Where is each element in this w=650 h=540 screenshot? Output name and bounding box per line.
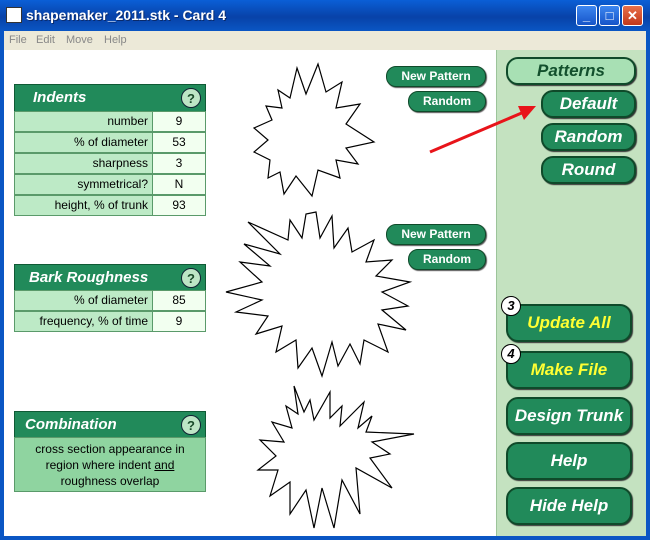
indent-shape (252, 62, 376, 198)
make-file-button[interactable]: Make File (506, 351, 632, 389)
default-button[interactable]: Default (541, 90, 636, 118)
design-trunk-button[interactable]: Design Trunk (506, 397, 632, 435)
new-pattern-button[interactable]: New Pattern (386, 224, 486, 245)
hide-help-button[interactable]: Hide Help (506, 487, 632, 525)
new-pattern-button[interactable]: New Pattern (386, 66, 486, 87)
patterns-button[interactable]: Patterns (506, 57, 636, 85)
bark-shape (225, 211, 413, 378)
combination-shape (256, 385, 415, 529)
arrow-icon (429, 110, 525, 154)
random-pattern-button[interactable]: Random (408, 91, 486, 112)
help-button[interactable]: Help (506, 442, 632, 480)
round-button[interactable]: Round (541, 156, 636, 184)
step-4-badge: 4 (501, 344, 521, 364)
step-3-badge: 3 (501, 296, 521, 316)
update-all-button[interactable]: Update All (506, 304, 632, 342)
random-pattern-button[interactable]: Random (408, 249, 486, 270)
random-button[interactable]: Random (541, 123, 636, 151)
